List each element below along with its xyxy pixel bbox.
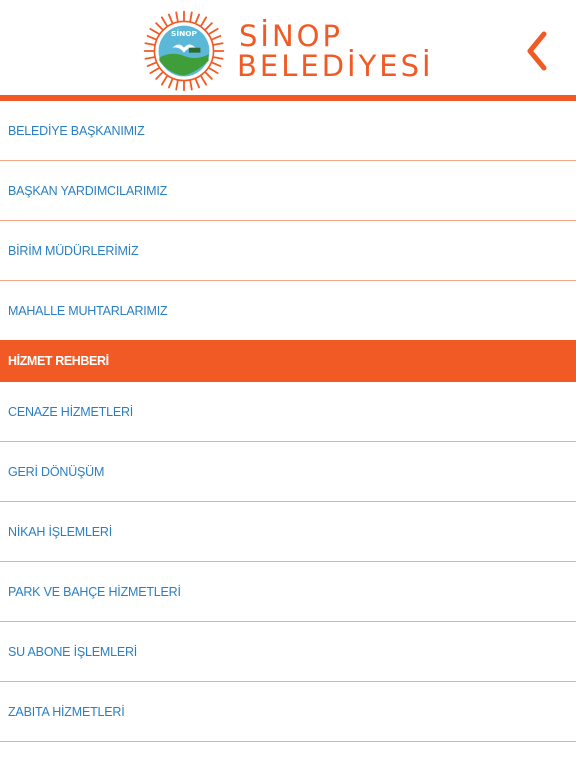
menu-item-label: ZABITA HİZMETLERİ <box>8 704 125 719</box>
logo-text: SİNOP BELEDİYESİ <box>237 18 434 83</box>
menu-item-birim-mudurlerimiz[interactable]: BİRİM MÜDÜRLERİMİZ <box>0 221 576 281</box>
section-header-hizmet-rehberi: HİZMET REHBERİ <box>0 340 576 382</box>
menu-item-cenaze-hizmetleri[interactable]: CENAZE HİZMETLERİ <box>0 382 576 442</box>
menu-item-belediye-baskanimiz[interactable]: BELEDİYE BAŞKANIMIZ <box>0 101 576 161</box>
menu-item-label: GERİ DÖNÜŞÜM <box>8 464 105 479</box>
menu-item-mahalle-muhtarlarimiz[interactable]: MAHALLE MUHTARLARIMIZ <box>0 281 576 340</box>
menu-item-label: PARK VE BAHÇE HİZMETLERİ <box>8 584 181 599</box>
menu-item-label: BİRİM MÜDÜRLERİMİZ <box>8 243 139 258</box>
menu-item-geri-donusum[interactable]: GERİ DÖNÜŞÜM <box>0 442 576 502</box>
menu-item-label: SU ABONE İŞLEMLERİ <box>8 644 138 659</box>
logo-title-line1: SİNOP <box>239 18 343 53</box>
logo-title-line2: BELEDİYESİ <box>237 48 434 83</box>
menu-item-label: CENAZE HİZMETLERİ <box>8 404 134 419</box>
chevron-left-icon <box>527 31 547 71</box>
back-button[interactable] <box>522 28 552 74</box>
logo: SİNOP SİNOP BELEDİYESİ <box>143 10 434 92</box>
menu-item-label: BAŞKAN YARDIMCILARIMIZ <box>8 183 168 198</box>
menu-item-nikah-islemleri[interactable]: NİKAH İŞLEMLERİ <box>0 502 576 562</box>
section-header-label: HİZMET REHBERİ <box>8 354 109 368</box>
menu-item-zabita-hizmetleri[interactable]: ZABITA HİZMETLERİ <box>0 682 576 742</box>
menu-list: BELEDİYE BAŞKANIMIZ BAŞKAN YARDIMCILARIM… <box>0 101 576 742</box>
menu-item-label: MAHALLE MUHTARLARIMIZ <box>8 303 168 318</box>
menu-item-label: NİKAH İŞLEMLERİ <box>8 524 112 539</box>
menu-item-su-abone-islemleri[interactable]: SU ABONE İŞLEMLERİ <box>0 622 576 682</box>
sinop-belediyesi-emblem-icon: SİNOP <box>143 10 225 92</box>
svg-text:SİNOP: SİNOP <box>171 29 197 38</box>
menu-item-park-ve-bahce-hizmetleri[interactable]: PARK VE BAHÇE HİZMETLERİ <box>0 562 576 622</box>
menu-item-baskan-yardimcilarimiz[interactable]: BAŞKAN YARDIMCILARIMIZ <box>0 161 576 221</box>
menu-item-label: BELEDİYE BAŞKANIMIZ <box>8 123 145 138</box>
app-header: SİNOP SİNOP BELEDİYESİ <box>0 0 576 95</box>
app-screen: SİNOP SİNOP BELEDİYESİ BELEDİYE BAŞKANIM… <box>0 0 576 768</box>
